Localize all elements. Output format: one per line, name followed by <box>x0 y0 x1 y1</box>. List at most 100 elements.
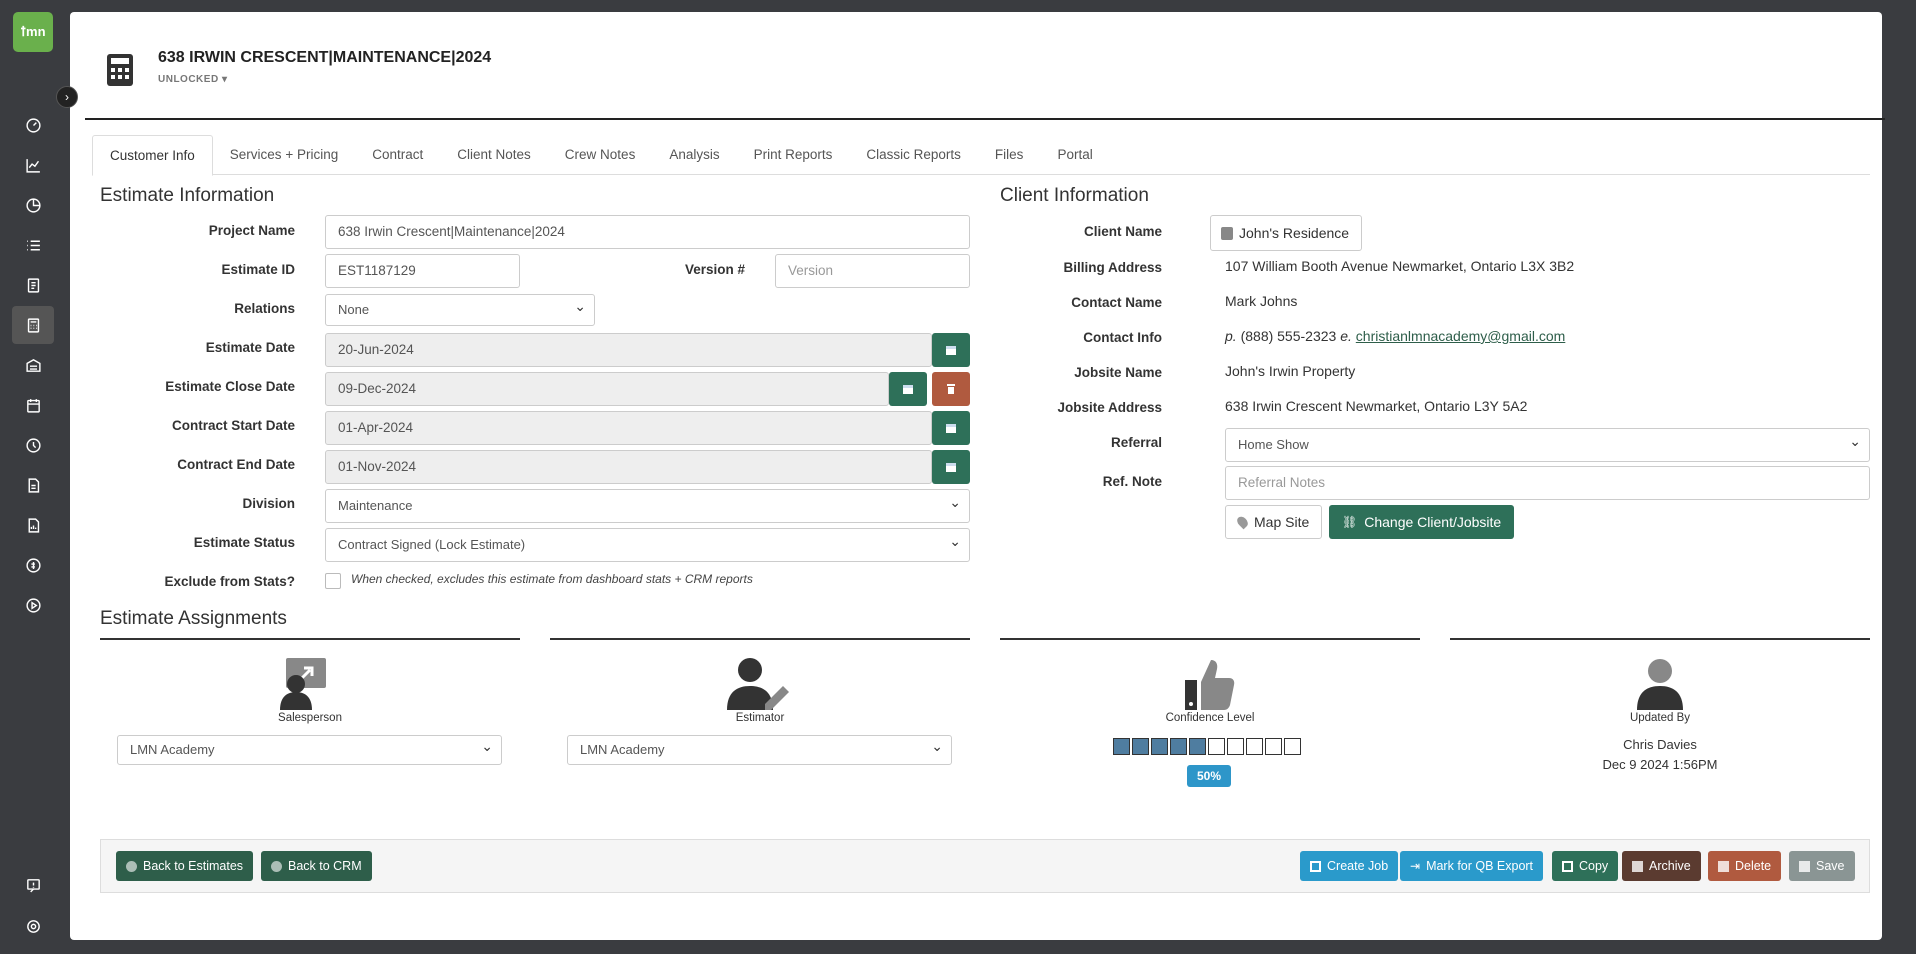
warehouse-icon[interactable] <box>19 351 47 379</box>
copy-icon <box>1562 860 1573 872</box>
user-icon <box>1637 658 1683 710</box>
contract-start-input[interactable]: 01-Apr-2024 <box>325 411 932 445</box>
page-title: 638 IRWIN CRESCENT|MAINTENANCE|2024 <box>158 49 492 66</box>
estimate-date-input[interactable]: 20-Jun-2024 <box>325 333 932 367</box>
estimate-date-calendar-button[interactable] <box>932 333 970 367</box>
estimate-date-label: Estimate Date <box>205 340 295 355</box>
tab-client-notes[interactable]: Client Notes <box>440 135 548 176</box>
contract-end-calendar-button[interactable] <box>932 450 970 484</box>
close-date-calendar-button[interactable] <box>889 372 927 406</box>
tab-analysis[interactable]: Analysis <box>652 135 736 176</box>
confidence-segment[interactable] <box>1151 738 1168 755</box>
estimate-id-input[interactable]: EST1187129 <box>325 254 520 288</box>
tab-crew-notes[interactable]: Crew Notes <box>548 135 653 176</box>
expand-sidebar-icon[interactable]: › <box>56 86 78 108</box>
tab-services-pricing[interactable]: Services + Pricing <box>213 135 355 176</box>
contract-end-input[interactable]: 01-Nov-2024 <box>325 450 932 484</box>
confidence-segment[interactable] <box>1265 738 1282 755</box>
salesperson-select[interactable]: LMN Academy <box>117 732 502 765</box>
archive-button[interactable]: Archive <box>1622 851 1701 881</box>
tab-print-reports[interactable]: Print Reports <box>737 135 850 176</box>
help-icon[interactable] <box>19 871 47 899</box>
referral-select[interactable]: Home Show <box>1225 425 1870 462</box>
list-icon[interactable] <box>19 231 47 259</box>
close-date-clear-button[interactable] <box>932 372 970 406</box>
archive-icon <box>1632 860 1643 872</box>
lmn-logo[interactable]: ꝉmn <box>13 12 53 52</box>
confidence-segment[interactable] <box>1113 738 1130 755</box>
link-icon: ⛓ <box>1342 515 1358 529</box>
exclude-stats-checkbox[interactable] <box>325 573 341 589</box>
pie-chart-icon[interactable] <box>19 191 47 219</box>
file-chart-icon[interactable] <box>19 511 47 539</box>
contact-card-icon <box>1221 226 1233 240</box>
sidebar: ꝉmn › <box>0 0 78 954</box>
back-to-crm-button[interactable]: Back to CRM <box>261 851 372 881</box>
email-link[interactable]: christianlmnacademy@gmail.com <box>1356 328 1566 344</box>
confidence-meter[interactable] <box>1113 738 1313 756</box>
calculator-header-icon <box>107 54 133 86</box>
copy-button[interactable]: Copy <box>1552 851 1619 881</box>
tab-contract[interactable]: Contract <box>355 135 440 176</box>
invoice-icon[interactable] <box>19 471 47 499</box>
settings-icon[interactable] <box>19 912 47 940</box>
lock-status-dropdown[interactable]: UNLOCKED ▾ <box>158 74 227 85</box>
document-icon[interactable] <box>19 271 47 299</box>
version-label: Version # <box>684 262 745 277</box>
updated-by-divider <box>1450 638 1870 640</box>
client-name-label: Client Name <box>1083 224 1162 239</box>
floppy-disk-icon <box>1799 860 1810 872</box>
delete-button[interactable]: Delete <box>1708 851 1782 881</box>
calculator-icon[interactable] <box>12 306 54 344</box>
relations-label: Relations <box>234 301 295 316</box>
close-date-input[interactable]: 09-Dec-2024 <box>325 372 889 406</box>
confidence-segment[interactable] <box>1132 738 1149 755</box>
division-select[interactable]: Maintenance <box>325 486 970 523</box>
trash-icon <box>1718 860 1729 872</box>
estimate-info-heading: Estimate Information <box>100 185 275 206</box>
tab-classic-reports[interactable]: Classic Reports <box>849 135 978 176</box>
confidence-segment[interactable] <box>1246 738 1263 755</box>
play-circle-icon[interactable] <box>19 591 47 619</box>
salesperson-icon <box>276 656 344 710</box>
chevron-left-circle-icon <box>271 860 282 872</box>
calendar-icon[interactable] <box>19 391 47 419</box>
estimate-id-label: Estimate ID <box>221 262 295 277</box>
confidence-segment[interactable] <box>1284 738 1301 755</box>
contract-end-label: Contract End Date <box>177 457 295 472</box>
estimator-select[interactable]: LMN Academy <box>567 732 952 765</box>
version-input[interactable]: Version <box>775 254 970 288</box>
tab-files[interactable]: Files <box>978 135 1041 176</box>
confidence-segment[interactable] <box>1170 738 1187 755</box>
save-button[interactable]: Save <box>1789 851 1855 881</box>
tab-customer-info[interactable]: Customer Info <box>92 135 213 176</box>
estimator-divider <box>550 638 970 640</box>
project-name-input[interactable]: 638 Irwin Crescent|Maintenance|2024 <box>325 215 970 249</box>
contact-info-value: p. (888) 555-2323 e. christianlmnacademy… <box>1225 328 1566 344</box>
division-label: Division <box>242 496 295 511</box>
estimate-status-label: Estimate Status <box>193 535 295 550</box>
change-client-button[interactable]: ⛓ Change Client/Jobsite <box>1329 505 1515 539</box>
tab-portal[interactable]: Portal <box>1040 135 1109 176</box>
back-to-estimates-button[interactable]: Back to Estimates <box>116 851 254 881</box>
contract-start-calendar-button[interactable] <box>932 411 970 445</box>
confidence-segment[interactable] <box>1208 738 1225 755</box>
salesperson-label: Salesperson <box>278 712 342 724</box>
confidence-segment[interactable] <box>1227 738 1244 755</box>
dashboard-icon[interactable] <box>19 111 47 139</box>
client-name-button[interactable]: John's Residence <box>1210 215 1363 251</box>
create-job-button[interactable]: Create Job <box>1300 851 1399 881</box>
file-icon <box>1310 860 1321 872</box>
ref-note-input[interactable]: Referral Notes <box>1225 466 1870 500</box>
clock-icon[interactable] <box>19 431 47 459</box>
contact-info-label: Contact Info <box>1083 330 1162 345</box>
money-icon[interactable] <box>19 551 47 579</box>
project-name-label: Project Name <box>208 223 295 238</box>
mark-qb-export-button[interactable]: ⇥ Mark for QB Export <box>1400 851 1544 881</box>
confidence-segment[interactable] <box>1189 738 1206 755</box>
relations-select[interactable]: None <box>325 291 595 326</box>
estimate-status-select[interactable]: Contract Signed (Lock Estimate) <box>325 525 970 562</box>
confidence-label: Confidence Level <box>1165 712 1255 724</box>
map-site-button[interactable]: Map Site <box>1225 505 1323 539</box>
chart-line-icon[interactable] <box>19 151 47 179</box>
